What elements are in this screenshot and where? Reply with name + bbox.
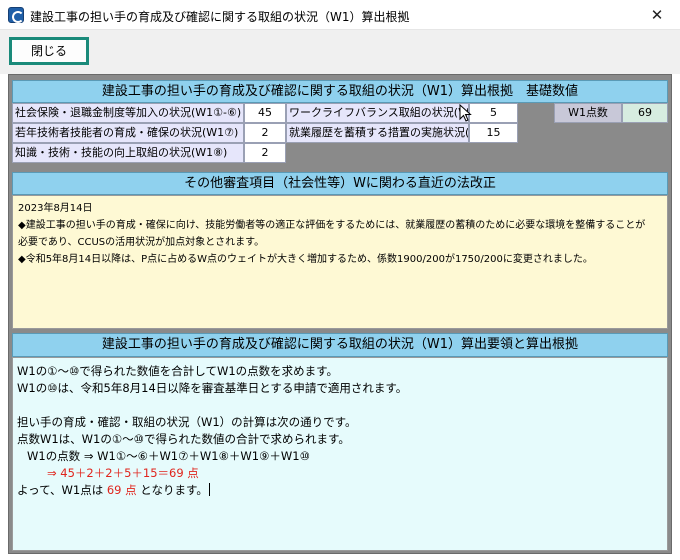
calculation-textarea[interactable]: W1の①～⑩で得られた数値を合計してW1の点数を求めます。 W1の⑩は、令和5年… [12,357,668,551]
work-life-balance-label: ワークライフバランス取組の状況(W1⑨) [286,103,469,123]
app-icon [8,7,24,23]
young-engineer-label: 若年技術者技能者の育成・確保の状況(W1⑦) [12,123,244,143]
conclusion-prefix: よって、W1点は [17,483,107,497]
calc-result-line: ⇒ 45＋2＋2＋5＋15＝69 点 [17,465,663,482]
calc-line: W1の①～⑩で得られた数値を合計してW1の点数を求めます。 [17,364,338,378]
formula-sum: 45＋2＋2＋5＋15＝69 点 [60,466,199,480]
formula-arrow: ⇒ [47,466,61,480]
close-button[interactable]: 閉じる [9,37,89,65]
skill-improvement-label: 知識・技術・技能の向上取組の状況(W1⑧) [12,143,244,163]
calc-line: 点数W1は、W1の①～⑩で得られた数値の合計で求められます。 [17,432,350,446]
title-bar: 建設工事の担い手の育成及び確認に関する取組の状況（W1）算出根拠 ✕ [0,0,680,30]
calc-line: W1の⑩は、令和5年8月14日以降を審査基準日とする申請で適用されます。 [17,381,408,395]
main-panel: 建設工事の担い手の育成及び確認に関する取組の状況（W1）算出根拠 基礎数値 社会… [8,74,672,554]
mouse-cursor-icon [459,104,472,122]
text-caret [208,483,210,496]
social-insurance-value: 45 [244,103,286,123]
revision-date: 2023年8月14日 [18,203,93,214]
revision-header: その他審査項目（社会性等）Wに関わる直近の法改正 [12,172,668,195]
calc-conclusion-line: よって、W1点は 69 点 となります。 [17,482,663,499]
conclusion-suffix: となります。 [136,483,208,497]
calc-blank-line [17,397,663,414]
calc-line: 担い手の育成・確認・取組の状況（W1）の計算は次の通りです。 [17,415,357,429]
employment-history-value: 15 [469,123,518,143]
social-insurance-label: 社会保険・退職金制度等加入の状況(W1①-⑥) [12,103,244,123]
skill-improvement-value: 2 [244,143,286,163]
calc-formula-line: W1の点数 ⇒ W1①～⑥＋W1⑦＋W1⑧＋W1⑨＋W1⑩ [27,449,310,463]
revision-notice: 2023年8月14日 ◆建設工事の担い手の育成・確保に向け、技能労働者等の適正な… [12,195,668,329]
w1-score-value: 69 [622,103,668,123]
basic-values-header: 建設工事の担い手の育成及び確認に関する取組の状況（W1）算出根拠 基礎数値 [12,80,668,103]
window-title: 建設工事の担い手の育成及び確認に関する取組の状況（W1）算出根拠 [30,10,410,24]
conclusion-value: 69 点 [106,483,137,497]
method-header: 建設工事の担い手の育成及び確認に関する取組の状況（W1）算出要領と算出根拠 [12,333,668,357]
revision-line: ◆令和5年8月14日以降は、P点に占めるW点のウェイトが大きく増加するため、係数… [18,254,593,265]
revision-line: ◆建設工事の担い手の育成・確保に向け、技能労働者等の適正な評価をするためには、就… [18,220,646,231]
young-engineer-value: 2 [244,123,286,143]
window-close-icon[interactable]: ✕ [644,4,670,26]
w1-score-label: W1点数 [554,103,622,123]
toolbar: 閉じる [0,30,680,74]
work-life-balance-value: 5 [469,103,518,123]
revision-line: 必要であり、CCUSの活用状況が加点対象とされます。 [18,237,265,248]
employment-history-label: 就業履歴を蓄積する措置の実施状況(W1⑩) [286,123,469,143]
